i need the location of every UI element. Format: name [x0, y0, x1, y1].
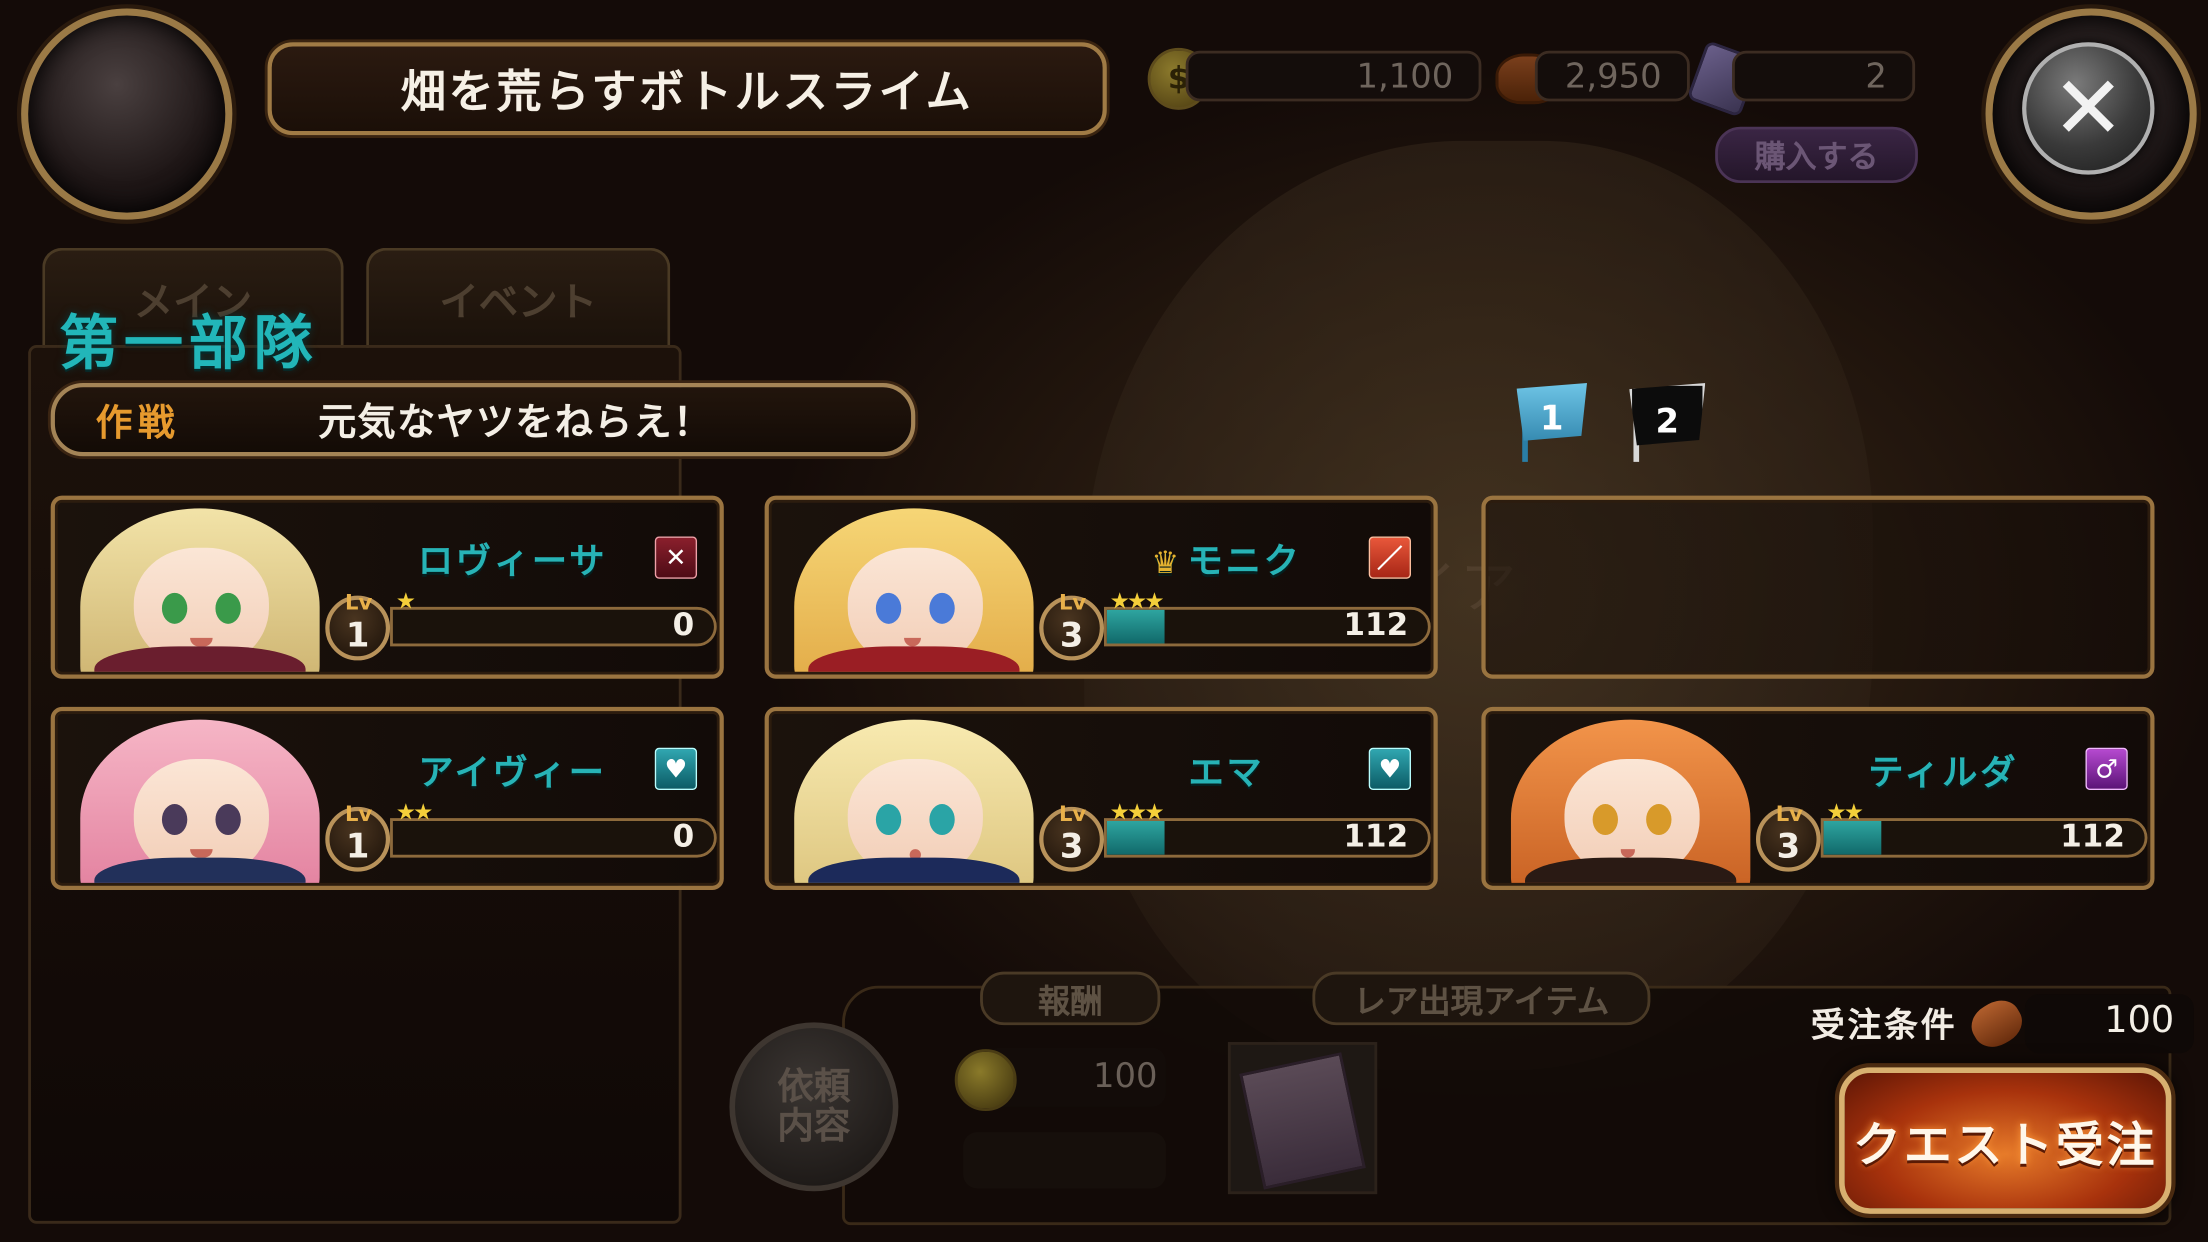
rarity-stars: ★	[395, 587, 416, 614]
request-details-button[interactable]: 依頼内容	[729, 1022, 899, 1192]
level-tag: Lv	[1058, 590, 1087, 616]
buy-button-label: 購入する	[1754, 140, 1879, 177]
page-title: 畑を荒らすボトルスライム	[400, 64, 974, 119]
character-portrait	[61, 717, 329, 883]
heart-shield-icon: ♥	[1368, 747, 1411, 790]
character-name: ロヴィーサ	[417, 540, 608, 582]
level-number: 3	[1776, 826, 1801, 867]
character-name: ティルダ	[1868, 751, 2019, 793]
tab-reward-label: 報酬	[1037, 984, 1103, 1021]
level-tag: Lv	[344, 590, 373, 616]
exp-fill	[1106, 609, 1165, 644]
character-portrait	[61, 506, 329, 672]
exp-bar: 0	[390, 606, 717, 647]
magic-icon: ♂	[2085, 747, 2128, 790]
exp-value: 112	[2060, 819, 2125, 855]
strategy-label: 作戦	[95, 402, 181, 445]
tab-rare-label: レア出現アイテム	[1353, 984, 1610, 1021]
order-cost-value: 100	[2104, 999, 2175, 1043]
flag-2-label: 2	[1655, 401, 1680, 441]
character-name-row: ♛ モニク	[1079, 534, 1375, 585]
character-card-1[interactable]: ロヴィーサ ✕ 0 Lv 1 ★	[50, 495, 724, 679]
heart-shield-icon: ♥	[654, 747, 698, 790]
crown-icon: ♛	[1151, 546, 1182, 582]
order-condition-label: 受注条件	[1810, 1005, 1958, 1045]
accept-quest-label: クエスト受注	[1853, 1117, 2158, 1174]
exp-bar: 112	[1820, 818, 2148, 858]
tab-reward[interactable]: 報酬	[980, 971, 1161, 1026]
coin-counter: 1,100	[1185, 50, 1482, 102]
character-card-3[interactable]: アイヴィー ♥ 0 Lv 1 ★★	[50, 706, 724, 890]
menu-orb[interactable]	[21, 8, 233, 220]
accept-quest-button[interactable]: クエスト受注	[1839, 1067, 2172, 1214]
character-name: エマ	[1188, 751, 1265, 793]
level-number: 1	[345, 615, 370, 655]
exp-bar: 0	[390, 818, 717, 858]
quest-title-bar: 畑を荒らすボトルスライム	[267, 42, 1107, 136]
character-card-5[interactable]: ティルダ ♂ 112 Lv 3 ★★	[1481, 706, 2155, 890]
exp-value: 112	[1343, 608, 1409, 644]
rarity-stars: ★★	[1826, 798, 1864, 826]
request-label: 依頼内容	[777, 1065, 851, 1148]
exp-value: 112	[1343, 819, 1409, 855]
level-tag: Lv	[1775, 801, 1803, 827]
strategy-value: 元気なヤツをねらえ！	[318, 401, 713, 445]
quest-screen: ルカレイア ✕ 畑を荒らすボトルスライム $ 1,100 2,950 2 購入す…	[0, 0, 2208, 1242]
flag-1-label: 1	[1540, 398, 1564, 438]
tab-rare-items[interactable]: レア出現アイテム	[1312, 971, 1651, 1026]
exp-value: 0	[672, 819, 695, 855]
character-portrait	[1491, 717, 1759, 883]
rarity-stars: ★★★	[1109, 587, 1165, 614]
scroll-icon	[1239, 1052, 1366, 1190]
level-number: 3	[1059, 826, 1084, 867]
character-name: モニク	[1187, 540, 1302, 582]
level-tag: Lv	[1058, 801, 1087, 827]
crystal-counter: 2	[1732, 50, 1916, 102]
red-blade-icon: ／	[1368, 536, 1411, 579]
close-button[interactable]: ✕	[2022, 42, 2155, 175]
character-card-2[interactable]: ♛ モニク ／ 112 Lv 3 ★★★	[764, 495, 1438, 679]
character-card-4[interactable]: エマ ♥ 112 Lv 3 ★★★	[764, 706, 1438, 890]
reward-coin-amount: 100	[1092, 1056, 1158, 1096]
bread-counter: 2,950	[1534, 50, 1690, 102]
exp-value: 0	[672, 608, 695, 644]
close-icon: ✕	[2051, 56, 2125, 160]
character-portrait	[774, 506, 1042, 672]
rare-item-slot[interactable]	[1227, 1042, 1378, 1195]
coin-icon	[954, 1049, 1017, 1112]
sword-icon: ✕	[654, 536, 698, 579]
squad-title: 第一部隊	[59, 308, 319, 378]
level-number: 3	[1059, 615, 1084, 655]
tab-event[interactable]: イベント	[366, 247, 671, 350]
level-number: 1	[345, 826, 370, 867]
reward-empty-slot	[963, 1132, 1166, 1189]
bread-value: 2,950	[1564, 56, 1662, 96]
exp-fill	[1106, 820, 1165, 855]
buy-button[interactable]: 購入する	[1715, 126, 1918, 184]
coin-value: 1,100	[1356, 56, 1454, 96]
rarity-stars: ★★	[395, 798, 434, 826]
exp-fill	[1823, 820, 1882, 855]
character-name: アイヴィー	[418, 751, 607, 793]
crystal-value: 2	[1865, 56, 1887, 96]
tab-event-label: イベント	[439, 278, 598, 326]
character-portrait	[774, 717, 1042, 883]
level-tag: Lv	[344, 801, 373, 827]
rarity-stars: ★★★	[1109, 798, 1165, 826]
empty-slot[interactable]	[1481, 495, 2155, 679]
